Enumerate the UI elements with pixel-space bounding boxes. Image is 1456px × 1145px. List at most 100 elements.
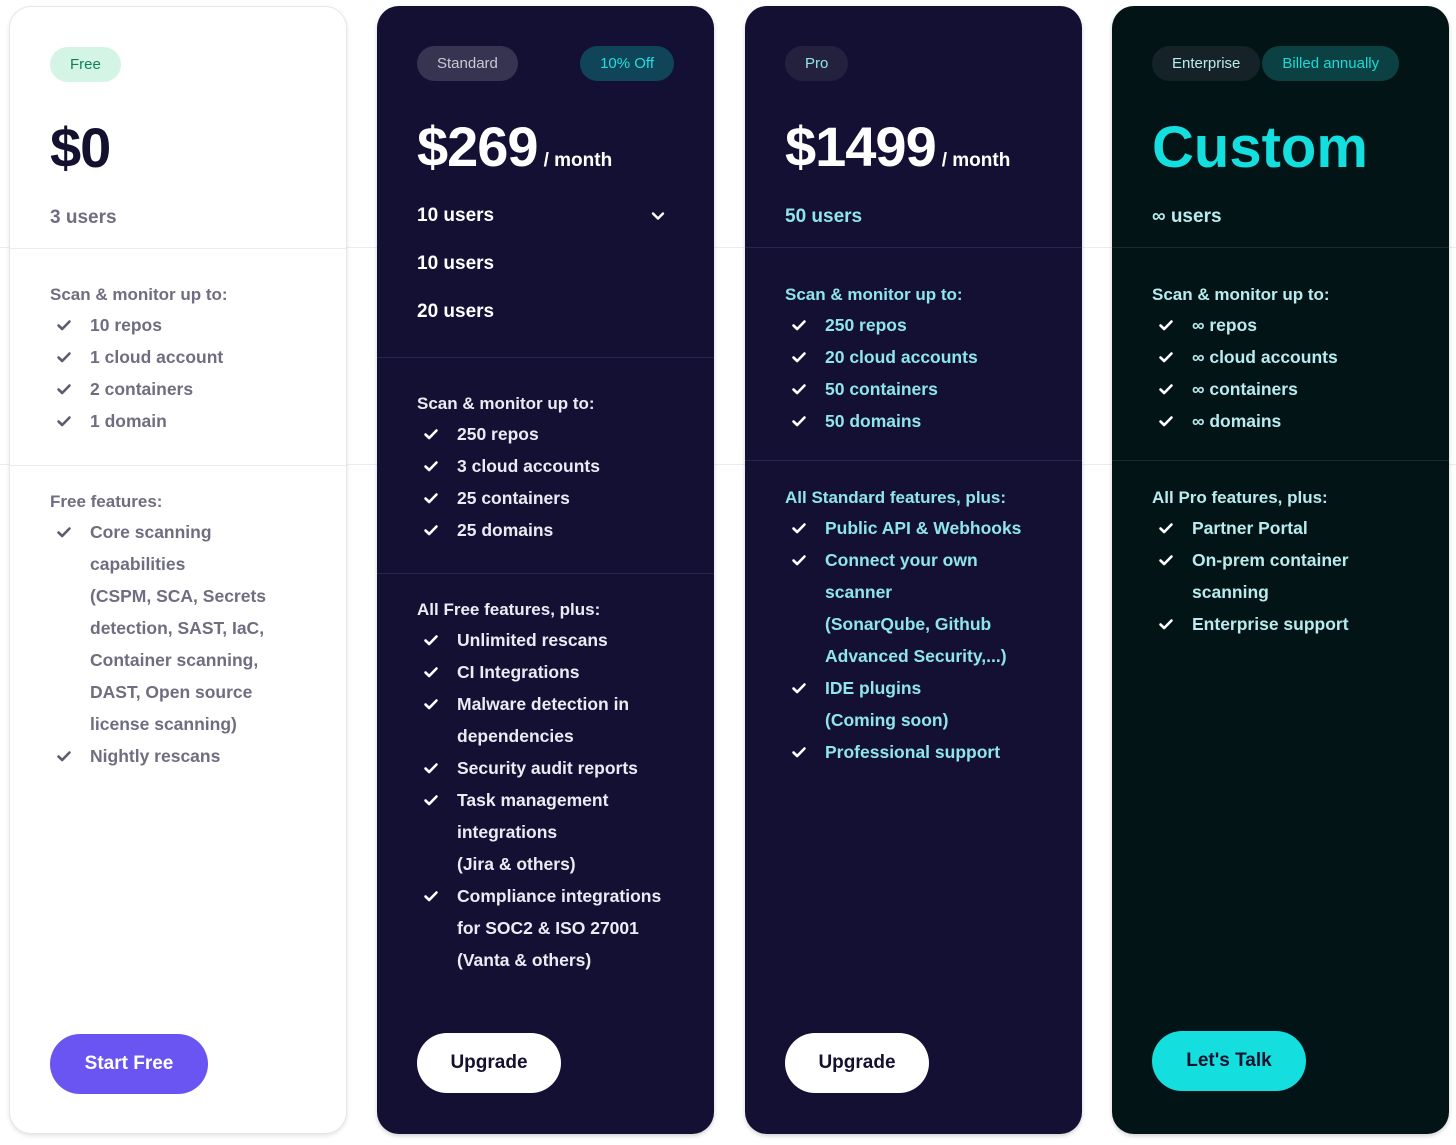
lets-talk-button[interactable]: Let's Talk — [1152, 1031, 1306, 1091]
chevron-down-icon[interactable] — [651, 209, 665, 223]
check-icon — [423, 482, 441, 514]
limits-list: ∞ repos ∞ cloud accounts ∞ containers ∞ dom… — [1152, 309, 1429, 437]
check-icon — [423, 418, 441, 450]
divider — [1112, 247, 1449, 248]
features-title: Free features: — [50, 492, 163, 511]
divider — [10, 465, 346, 466]
list-item-text: 1 domain — [90, 411, 167, 431]
list-item: Connect your own scanner (SonarQube, Git… — [785, 544, 1062, 672]
price-period: / month — [941, 150, 1011, 171]
list-item: 50 domains — [785, 405, 1062, 437]
users-count: 3 users — [50, 207, 117, 228]
list-item-text: Unlimited rescans — [457, 630, 608, 650]
list-item: Nightly rescans — [50, 740, 326, 772]
list-item: ∞ domains — [1152, 405, 1429, 437]
list-item-text: 25 domains — [457, 520, 554, 540]
features-list: Core scanning capabilities (CSPM, SCA, S… — [50, 516, 326, 772]
plan-card-free: Free $0 3 users Scan & monitor up to: 10… — [9, 6, 347, 1134]
list-item: Compliance integrations for SOC2 & ISO 2… — [417, 880, 694, 976]
list-item: Malware detection in dependencies — [417, 688, 694, 752]
billing-badge: Billed annually — [1262, 46, 1400, 81]
upgrade-button[interactable]: Upgrade — [417, 1033, 561, 1093]
check-icon — [56, 373, 74, 405]
list-item-text: ∞ repos — [1192, 315, 1257, 335]
list-item: Unlimited rescans — [417, 624, 694, 656]
users-count: 50 users — [785, 206, 863, 227]
list-item: ∞ containers — [1152, 373, 1429, 405]
check-icon — [423, 784, 441, 816]
features-list: Public API & Webhooks Connect your own sc… — [785, 512, 1062, 768]
price-amount: $0 — [50, 116, 111, 179]
upgrade-button[interactable]: Upgrade — [785, 1033, 929, 1093]
list-item-text: IDE plugins (Coming soon) — [825, 678, 949, 730]
discount-badge: 10% Off — [580, 46, 674, 81]
list-item-text: 10 repos — [90, 315, 162, 335]
features-section: All Free features, plus: Unlimited resca… — [417, 600, 694, 976]
price-amount: $269 — [417, 115, 539, 178]
list-item: 3 cloud accounts — [417, 450, 694, 482]
divider — [745, 247, 1082, 248]
check-icon — [56, 405, 74, 437]
features-list: Partner Portal On-prem container scanning… — [1152, 512, 1429, 640]
list-item-text: 2 containers — [90, 379, 194, 399]
list-item: On-prem container scanning — [1152, 544, 1429, 608]
list-item: Enterprise support — [1152, 608, 1429, 640]
list-item: 1 cloud account — [50, 341, 326, 373]
check-icon — [1158, 373, 1176, 405]
check-icon — [1158, 544, 1176, 576]
check-icon — [423, 450, 441, 482]
list-item-text: Task management integrations (Jira & oth… — [457, 790, 609, 874]
features-title: All Standard features, plus: — [785, 488, 1007, 507]
list-item-text: 25 containers — [457, 488, 570, 508]
list-item: 250 repos — [785, 309, 1062, 341]
check-icon — [423, 688, 441, 720]
list-item-text: Security audit reports — [457, 758, 638, 778]
list-item-text: Connect your own scanner (SonarQube, Git… — [825, 550, 1007, 666]
list-item-text: Compliance integrations for SOC2 & ISO 2… — [457, 886, 662, 970]
list-item-text: Malware detection in dependencies — [457, 694, 630, 746]
divider — [1112, 460, 1449, 461]
price: $0 — [50, 115, 111, 180]
price-amount: $1499 — [785, 115, 937, 178]
limits-section: Scan & monitor up to: 250 repos 3 cloud a… — [417, 394, 694, 546]
list-item-text: Professional support — [825, 742, 1001, 762]
limits-list: 250 repos 20 cloud accounts 50 containers 5… — [785, 309, 1062, 437]
plan-badge: Pro — [785, 46, 849, 81]
check-icon — [423, 752, 441, 784]
users-select[interactable]: 10 users — [417, 202, 665, 230]
users-option[interactable]: 10 users — [417, 253, 494, 275]
list-item: 20 cloud accounts — [785, 341, 1062, 373]
list-item-text: 50 domains — [825, 411, 922, 431]
divider — [377, 573, 714, 574]
check-icon — [423, 880, 441, 912]
check-icon — [791, 544, 809, 576]
plan-card-pro: Pro $1499 / month 50 users Scan & monito… — [745, 6, 1082, 1134]
list-item-text: 20 cloud accounts — [825, 347, 978, 367]
start-free-button[interactable]: Start Free — [50, 1034, 208, 1094]
divider — [10, 248, 346, 249]
list-item: Professional support — [785, 736, 1062, 768]
list-item-text: 1 cloud account — [90, 347, 224, 367]
list-item-text: CI Integrations — [457, 662, 580, 682]
list-item: IDE plugins (Coming soon) — [785, 672, 1062, 736]
list-item: Partner Portal — [1152, 512, 1429, 544]
check-icon — [791, 341, 809, 373]
list-item-text: 50 containers — [825, 379, 938, 399]
features-section: Free features: Core scanning capabilitie… — [50, 492, 326, 772]
limits-title: Scan & monitor up to: — [417, 394, 595, 413]
check-icon — [423, 514, 441, 546]
divider — [377, 357, 714, 358]
plan-badge: Enterprise — [1152, 46, 1261, 81]
check-icon — [791, 309, 809, 341]
users-option[interactable]: 20 users — [417, 301, 494, 323]
list-item: 1 domain — [50, 405, 326, 437]
features-title: All Free features, plus: — [417, 600, 601, 619]
check-icon — [791, 373, 809, 405]
list-item-text: ∞ cloud accounts — [1192, 347, 1338, 367]
list-item-text: Public API & Webhooks — [825, 518, 1022, 538]
check-icon — [56, 516, 74, 548]
plan-card-standard: Standard 10% Off $269 / month 10 users 1… — [377, 6, 714, 1134]
limits-section: Scan & monitor up to: 10 repos 1 cloud ac… — [50, 285, 326, 437]
list-item-text: Core scanning capabilities (CSPM, SCA, S… — [90, 522, 267, 734]
price: $269 / month — [417, 114, 612, 179]
